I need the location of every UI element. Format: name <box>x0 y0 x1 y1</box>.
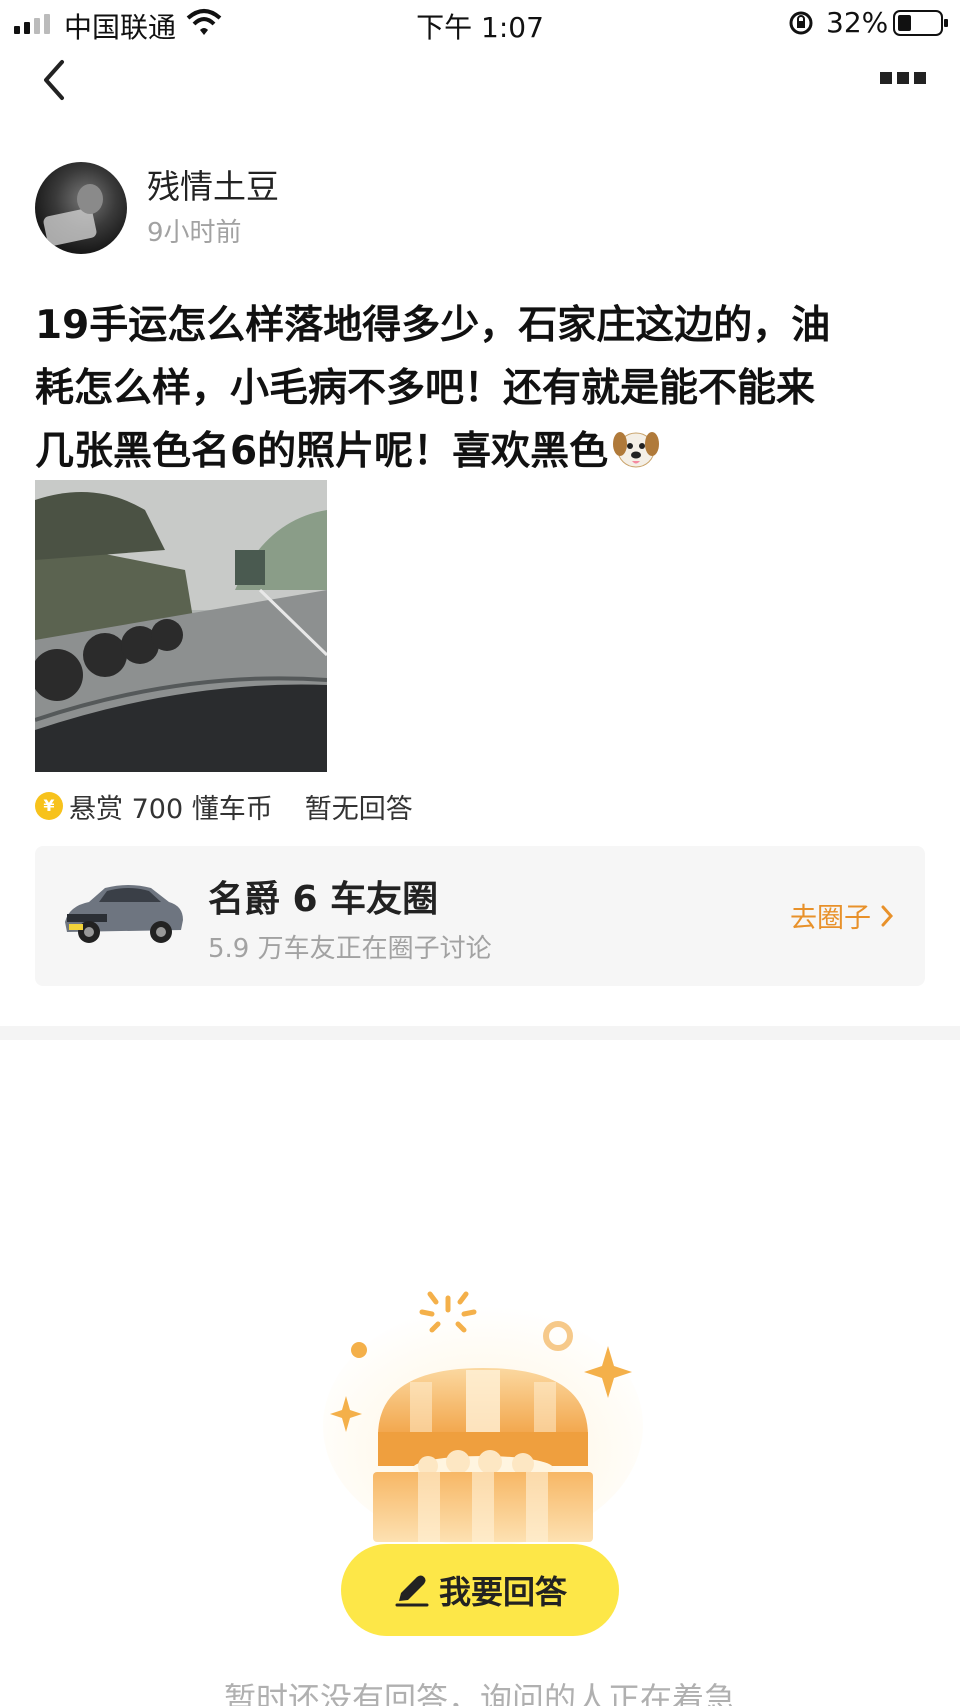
author-name[interactable]: 残情土豆 <box>147 160 279 208</box>
go-to-circle-label: 去圈子 <box>790 903 871 934</box>
go-to-circle-link[interactable]: 去圈子 <box>790 896 895 935</box>
rotation-lock-icon <box>789 11 813 35</box>
circle-subtitle: 5.9 万车友正在圈子讨论 <box>208 934 492 964</box>
treasure-chest-illustration <box>323 1291 643 1546</box>
status-bar: 中国联通 下午 1:07 32% <box>0 0 960 46</box>
car-thumbnail <box>65 885 183 943</box>
dog-face-icon <box>613 432 660 468</box>
chevron-right-icon <box>881 905 894 926</box>
pencil-icon <box>395 1575 429 1607</box>
question-text: 19手运怎么样落地得多少，石家庄这边的，油 耗怎么样，小毛病不多吧！还有就是能不… <box>35 294 915 483</box>
reward-label: 悬赏 700 懂车币 <box>69 793 273 825</box>
answer-status: 暂无回答 <box>304 793 413 825</box>
answer-button-label: 我要回答 <box>438 1574 567 1610</box>
chevron-left-icon[interactable] <box>36 56 76 104</box>
more-dots-icon[interactable] <box>880 72 926 86</box>
answer-button[interactable]: 我要回答 <box>341 1544 619 1636</box>
question-line: 19手运怎么样落地得多少，石家庄这边的，油 <box>35 303 831 348</box>
avatar[interactable] <box>35 162 127 254</box>
question-line: 几张黑色名6的照片呢！喜欢黑色 <box>35 420 915 483</box>
truck-convoy-photo <box>35 480 327 772</box>
post-photo[interactable] <box>35 480 327 772</box>
car-circle-card[interactable]: 名爵 6 车友圈 5.9 万车友正在圈子讨论 去圈子 <box>35 846 925 986</box>
battery-icon <box>893 10 948 36</box>
question-line: 耗怎么样，小毛病不多吧！还有就是能不能来 <box>35 366 816 411</box>
coin-icon: ¥ <box>35 792 63 820</box>
circle-title: 名爵 6 车友圈 <box>208 879 439 920</box>
section-divider <box>0 1026 960 1040</box>
question-line-text: 几张黑色名6的照片呢！喜欢黑色 <box>35 429 609 474</box>
post-time: 9小时前 <box>147 218 242 248</box>
clock: 下午 1:07 <box>416 11 544 44</box>
empty-hint: 暂时还没有回答，询问的人正在着急 <box>223 1680 736 1706</box>
battery-percent: 32% <box>826 6 889 39</box>
reward-row: ¥ 悬赏 700 懂车币 暂无回答 <box>35 786 413 826</box>
